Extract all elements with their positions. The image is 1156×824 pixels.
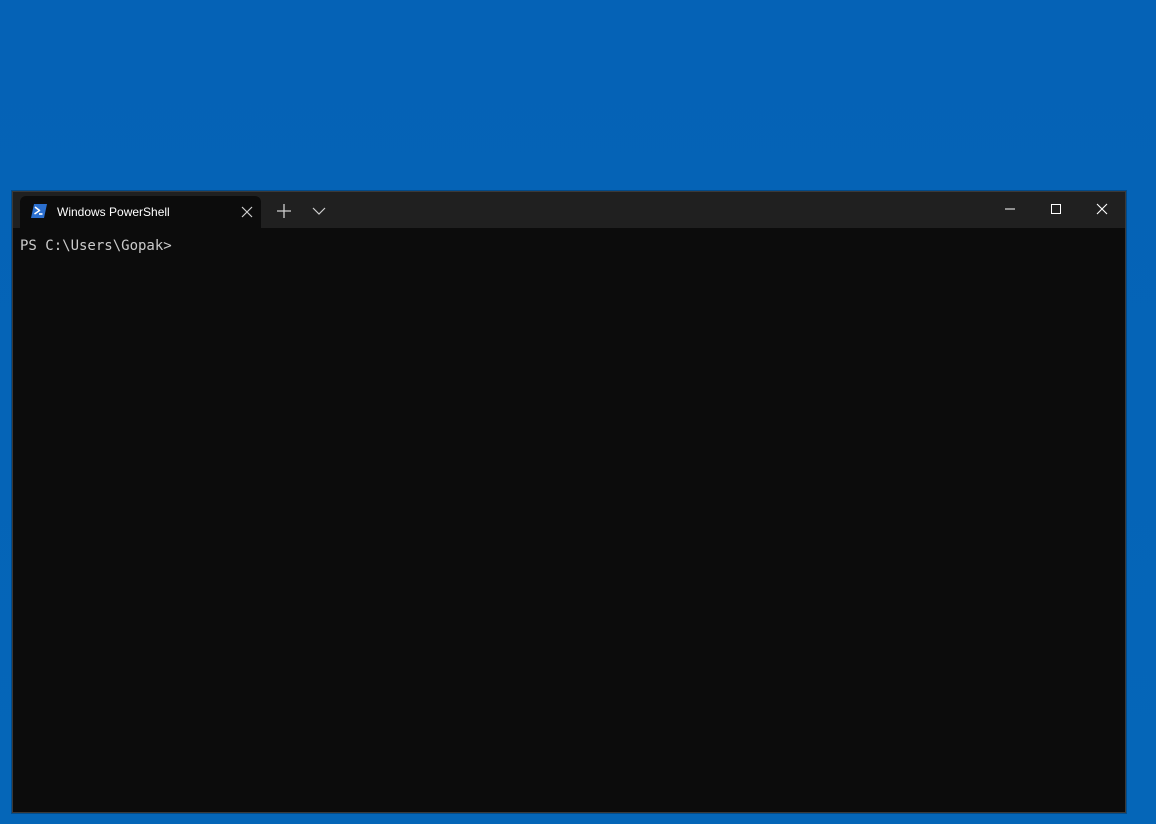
minimize-button[interactable] (987, 192, 1033, 226)
maximize-button[interactable] (1033, 192, 1079, 226)
tab-windows-powershell[interactable]: Windows PowerShell (20, 196, 261, 228)
command-prompt: PS C:\Users\Gopak> (20, 238, 172, 254)
plus-icon (277, 204, 291, 218)
tab-label: Windows PowerShell (57, 205, 170, 219)
profile-dropdown-button[interactable] (311, 204, 327, 218)
chevron-down-icon (312, 207, 326, 215)
powershell-icon (31, 204, 47, 218)
close-icon (1096, 203, 1108, 215)
maximize-icon (1051, 204, 1061, 214)
close-tab-icon[interactable] (240, 205, 254, 219)
new-tab-button[interactable] (275, 202, 293, 220)
terminal-window: Windows PowerShell PS C:\Users\Gopak> (12, 191, 1126, 813)
console-area[interactable]: PS C:\Users\Gopak> (13, 228, 1125, 812)
minimize-icon (1005, 208, 1015, 210)
close-window-button[interactable] (1079, 192, 1125, 226)
title-bar[interactable]: Windows PowerShell (13, 192, 1125, 228)
